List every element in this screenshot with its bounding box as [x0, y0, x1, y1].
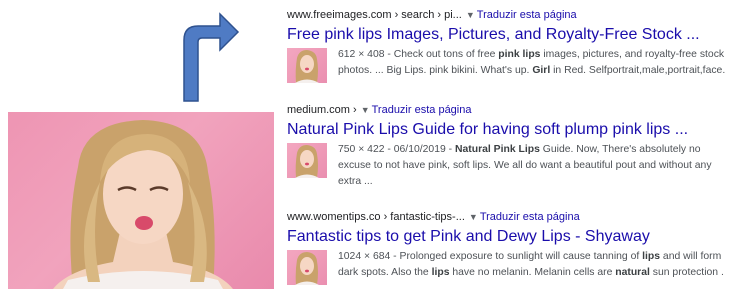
dropdown-arrow-icon[interactable]: ▼	[469, 212, 478, 222]
translate-link[interactable]: Traduzir esta página	[372, 104, 472, 116]
dropdown-arrow-icon[interactable]: ▼	[361, 105, 370, 115]
search-result: www.freeimages.com › search › pi... ▼ Trad…	[287, 8, 734, 83]
result-snippet: 750 × 422 - 06/10/2019 - Natural Pink Li…	[338, 144, 712, 187]
dropdown-arrow-icon[interactable]: ▼	[466, 10, 475, 20]
result-snippet: 1024 × 684 - Prolonged exposure to sunli…	[338, 251, 724, 278]
result-thumbnail[interactable]	[287, 143, 327, 178]
result-title-link[interactable]: Fantastic tips to get Pink and Dewy Lips…	[287, 227, 734, 246]
translate-link[interactable]: Traduzir esta página	[480, 211, 580, 223]
search-result: medium.com › ▼ Traduzir esta página Natura…	[287, 103, 734, 190]
result-thumbnail[interactable]	[287, 250, 327, 285]
result-url[interactable]: www.freeimages.com › search › pi... ▼ Trad…	[287, 8, 734, 22]
result-snippet: 612 × 408 - Check out tons of free pink …	[338, 49, 726, 76]
result-url[interactable]: medium.com › ▼ Traduzir esta página	[287, 103, 734, 117]
result-thumbnail[interactable]	[287, 48, 327, 83]
translate-link[interactable]: Traduzir esta página	[477, 9, 577, 21]
search-result: www.womentips.co › fantastic-tips-... ▼ Tr…	[287, 210, 734, 285]
query-image	[8, 112, 274, 289]
result-title-link[interactable]: Natural Pink Lips Guide for having soft …	[287, 120, 734, 139]
bent-arrow-icon	[183, 12, 240, 102]
result-url[interactable]: www.womentips.co › fantastic-tips-... ▼ Tr…	[287, 210, 734, 224]
result-title-link[interactable]: Free pink lips Images, Pictures, and Roy…	[287, 25, 734, 44]
